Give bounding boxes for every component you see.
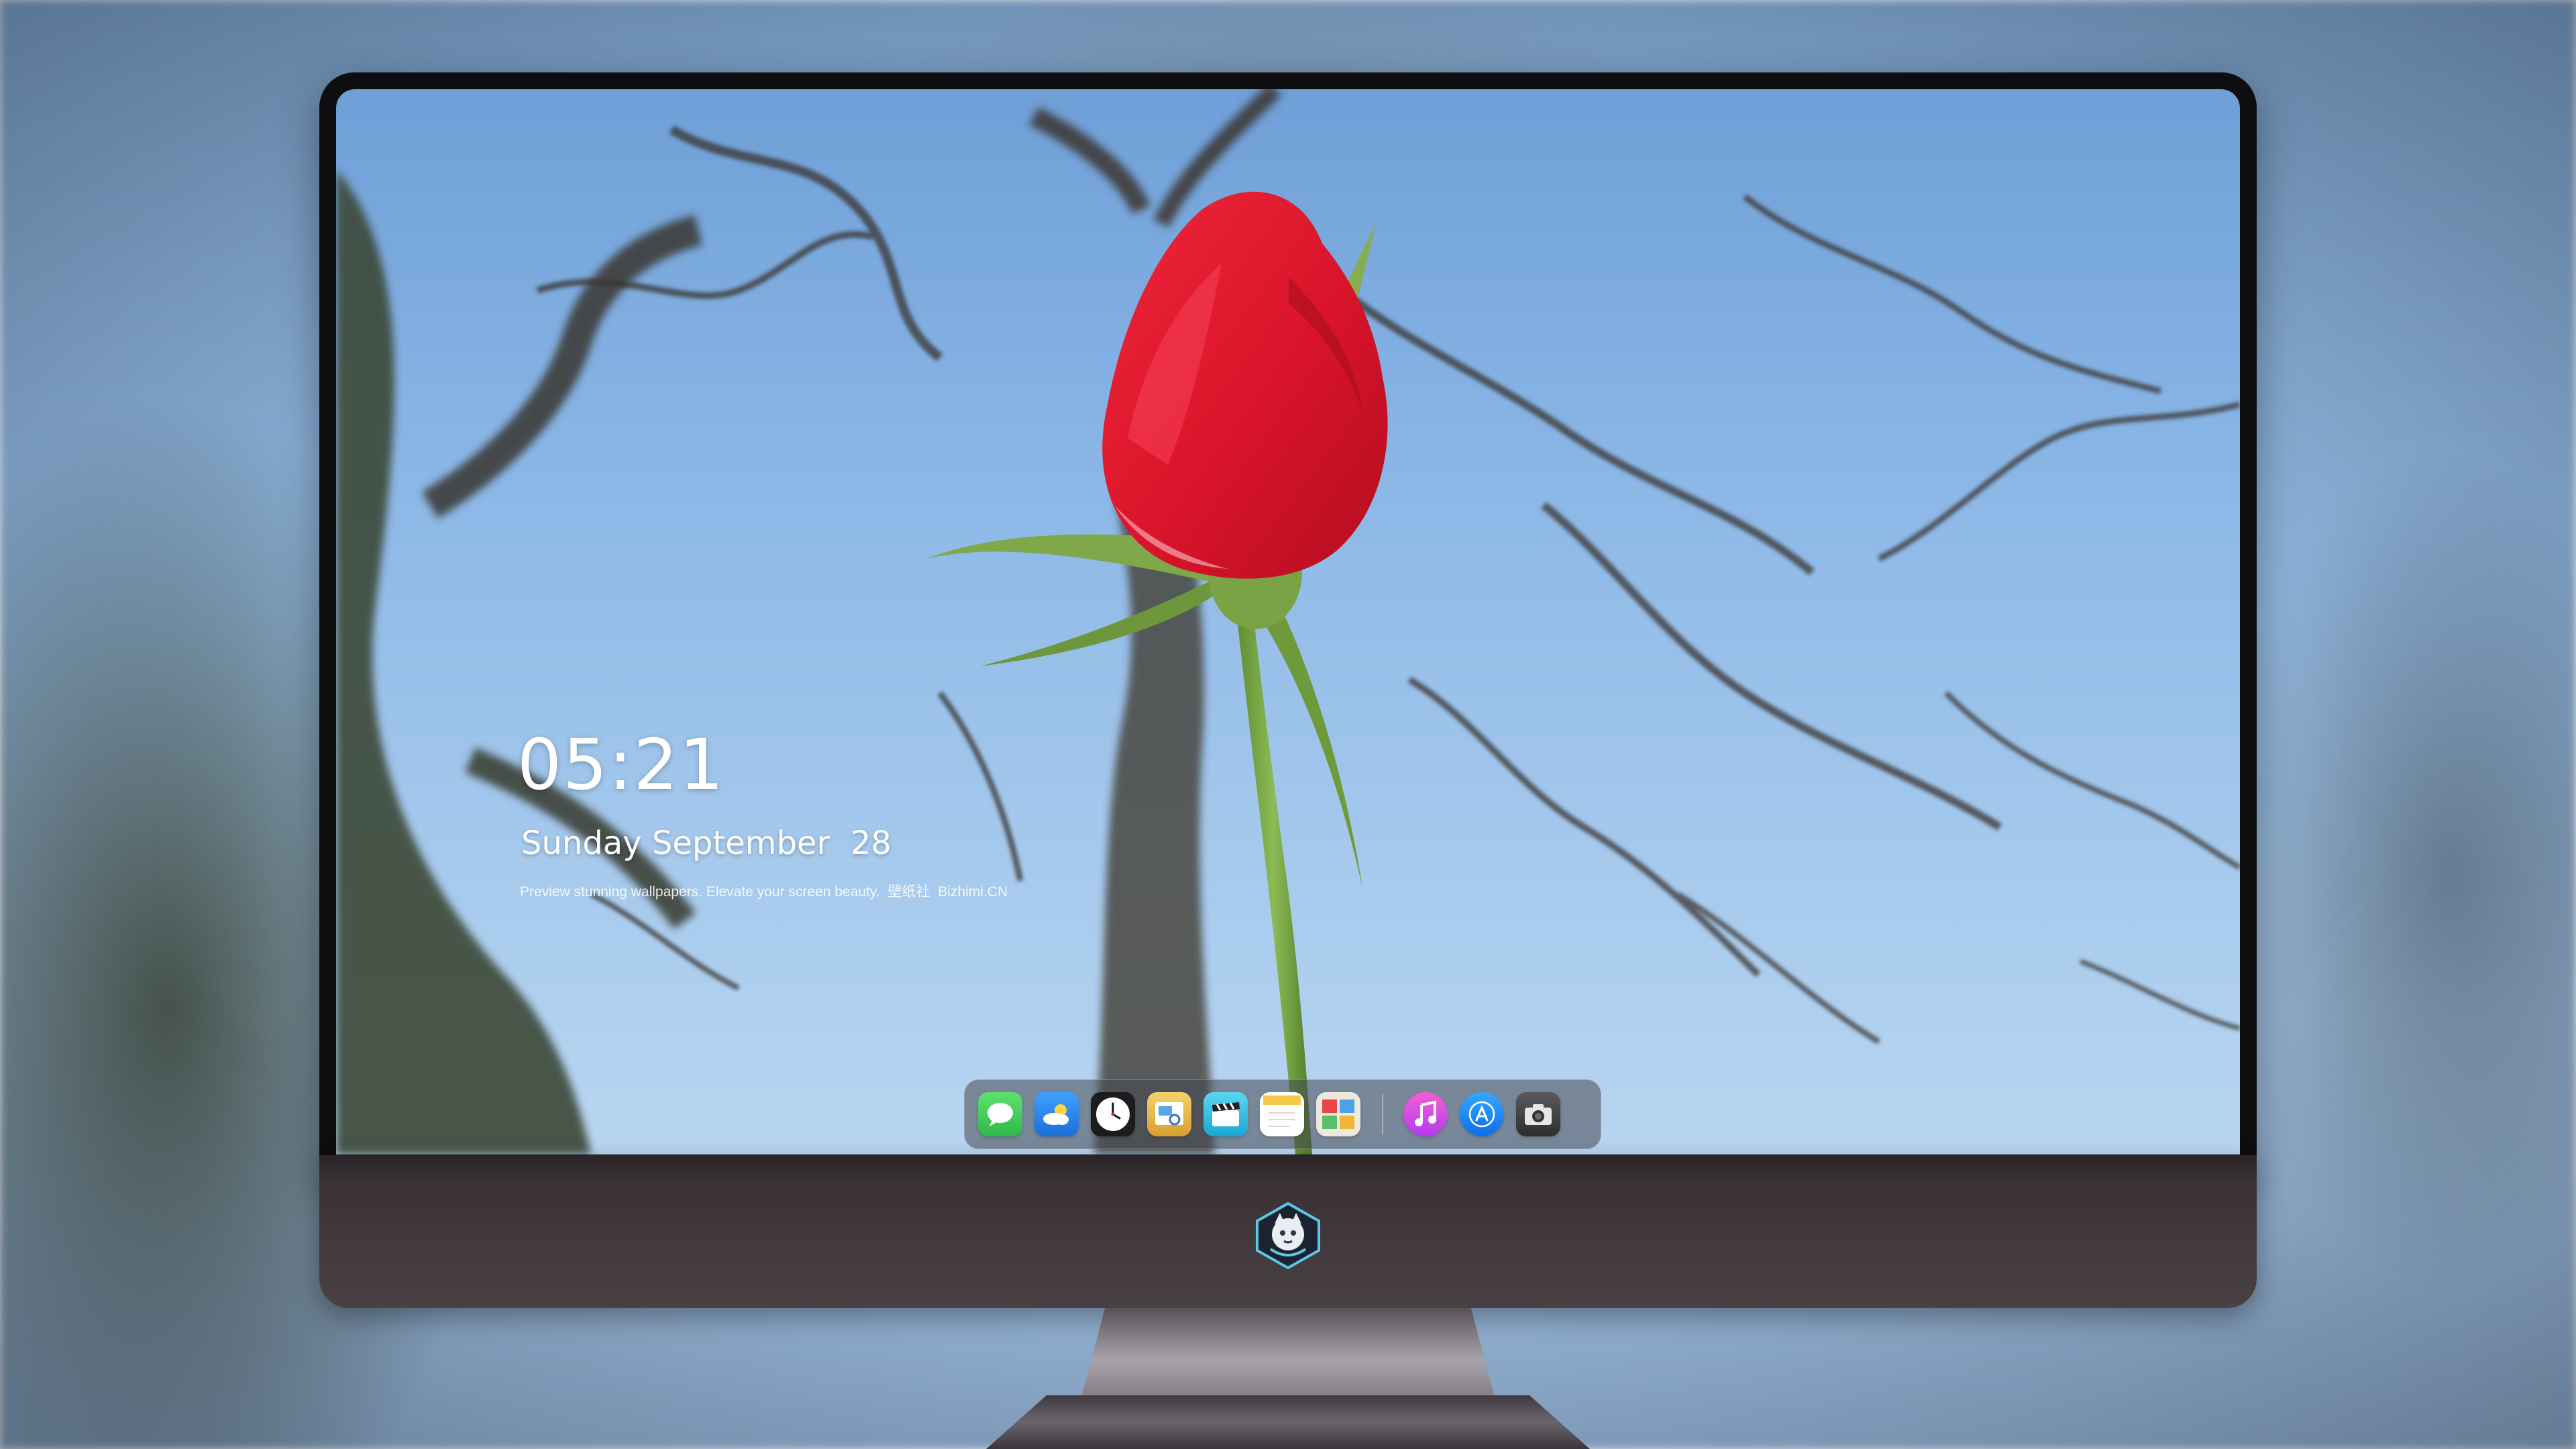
brand-logo-icon xyxy=(1256,1201,1320,1270)
preview-icon[interactable] xyxy=(1147,1092,1191,1136)
music-icon[interactable] xyxy=(1403,1092,1448,1136)
wallpaper xyxy=(336,89,2240,1155)
lock-screen-date: Sunday September 28 xyxy=(521,824,892,862)
tagline-site: Bizhimi.CN xyxy=(938,884,1008,900)
dock-divider xyxy=(1382,1093,1383,1135)
branches xyxy=(536,125,2240,1044)
tagline-text: Preview stunning wallpapers. Elevate you… xyxy=(520,884,880,900)
monitor-stand-neck xyxy=(1080,1308,1496,1402)
lock-screen-tagline: Preview stunning wallpapers. Elevate you… xyxy=(520,885,1008,899)
clock-icon[interactable] xyxy=(1091,1092,1135,1136)
monitor-screen: 05:21 Sunday September 28 Preview stunni… xyxy=(336,89,2240,1155)
photo-booth-icon[interactable] xyxy=(1316,1092,1360,1136)
monitor-stand-base xyxy=(986,1395,1590,1449)
tagline-brand: 壁纸社 xyxy=(888,884,930,900)
dock xyxy=(964,1079,1601,1149)
notes-icon[interactable] xyxy=(1260,1092,1304,1136)
messages-icon[interactable] xyxy=(978,1092,1022,1136)
tree-trunk-left xyxy=(336,170,702,1155)
lock-screen-time: 05:21 xyxy=(517,724,725,806)
weather-icon[interactable] xyxy=(1034,1092,1079,1136)
clapper-icon[interactable] xyxy=(1203,1092,1248,1136)
camera-icon[interactable] xyxy=(1516,1092,1560,1136)
app-store-icon[interactable] xyxy=(1460,1092,1504,1136)
